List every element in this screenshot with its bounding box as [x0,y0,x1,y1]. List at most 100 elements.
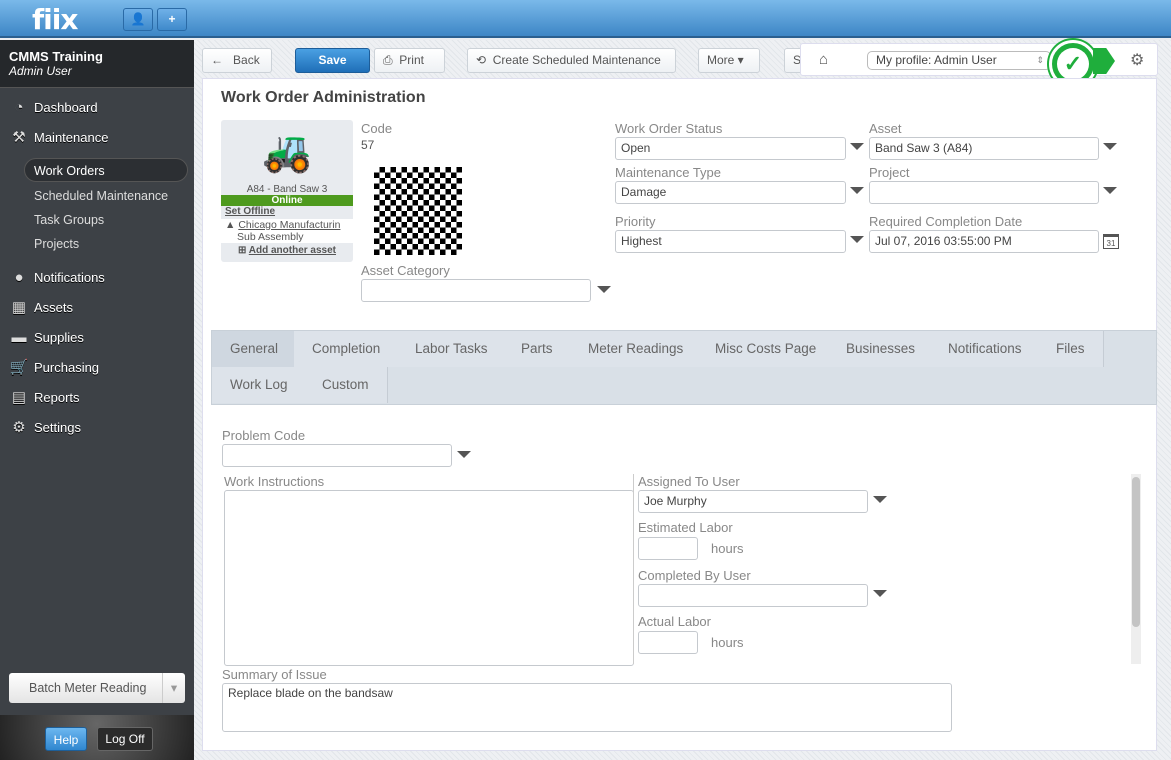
sub-assembly: Sub Assembly [237,231,304,243]
maintenance-type-select[interactable]: Damage [615,181,846,204]
create-scheduled-maintenance-button[interactable]: ⟲ Create Scheduled Maintenance [467,48,676,73]
project-select[interactable] [869,181,1099,204]
code-value: 57 [361,138,375,152]
notifications-icon: ● [14,268,24,286]
batch-label: Batch Meter Reading [29,681,147,695]
user-icon: 👤 [130,12,146,26]
chevron-down-icon[interactable] [457,451,471,458]
nav-maintenance[interactable]: ⚒ Maintenance [0,122,194,152]
problem-code-select[interactable] [222,444,452,467]
tab-custom[interactable]: Custom [304,367,388,403]
assigned-to-select[interactable]: Joe Murphy [638,490,868,513]
nav-notifications[interactable]: ● Notifications [0,262,194,292]
top-bar: fiix 👤 + [0,0,1171,38]
save-button[interactable]: Save [295,48,370,73]
log-off-button[interactable]: Log Off [97,727,153,751]
status-label: Work Order Status [615,121,723,136]
tab-meter-readings[interactable]: Meter Readings [570,331,703,367]
more-button[interactable]: More ▾ [698,48,760,73]
account-user: Admin User [9,64,72,78]
account-name: CMMS Training [9,49,103,64]
nav-task-groups[interactable]: Task Groups [0,208,194,232]
nav-supplies[interactable]: ▬ Supplies [0,322,194,352]
code-label: Code [361,121,393,136]
nav-projects[interactable]: Projects [0,232,194,256]
summary-label: Summary of Issue [222,667,327,682]
chevron-down-icon[interactable] [850,187,864,194]
completed-by-label: Completed By User [638,568,751,583]
nav-assets[interactable]: ▦ Assets [0,292,194,322]
estimated-labor-input[interactable] [638,537,698,560]
priority-select[interactable]: Highest [615,230,846,253]
chevron-down-icon[interactable] [1103,143,1117,150]
chevron-down-icon[interactable] [1103,187,1117,194]
chevron-down-icon[interactable] [873,590,887,597]
help-button[interactable]: Help [45,727,87,751]
tab-notifications[interactable]: Notifications [930,331,1041,367]
nav-label: Settings [34,419,81,435]
account-info: CMMS Training Admin User [0,40,194,88]
nav-scheduled-maintenance[interactable]: Scheduled Maintenance [0,184,194,208]
more-label: More [707,53,735,67]
nav-purchasing[interactable]: 🛒 Purchasing [0,352,194,382]
tab-labor-tasks[interactable]: Labor Tasks [397,331,507,367]
print-button[interactable]: ⎙ Print [374,48,445,73]
assets-icon: ▦ [11,299,27,316]
qr-code [370,163,466,259]
nav-work-orders[interactable]: Work Orders [24,158,188,182]
asset-label: Asset [869,121,902,136]
chevron-down-icon[interactable] [873,496,887,503]
add-another-asset-link[interactable]: ⊞ Add another asset [221,245,353,256]
home-icon[interactable]: ⌂ [819,51,828,68]
batch-meter-reading-button[interactable]: Batch Meter Reading ▾ [9,673,185,703]
nav-dashboard[interactable]: ◔ Dashboard [0,92,194,122]
estimated-labor-label: Estimated Labor [638,520,733,535]
back-button[interactable]: ← Back [202,48,272,73]
print-icon: ⎙ [383,53,393,67]
tab-work-log[interactable]: Work Log [212,367,307,403]
arrow-left-icon: ← [211,53,223,67]
nav-reports[interactable]: ▤ Reports [0,382,194,412]
assigned-to-label: Assigned To User [638,474,740,489]
clock-icon: ⟲ [476,53,487,67]
calendar-icon[interactable]: 31 [1103,234,1119,249]
fiix-logo[interactable]: fiix [32,3,78,36]
actual-labor-input[interactable] [638,631,698,654]
asset-category-select[interactable] [361,279,591,302]
print-label: Print [399,53,424,67]
asset-card: 🚜 A84 - Band Saw 3 Online Set Offline ▲ … [221,120,353,262]
location-link[interactable]: ▲ Chicago Manufacturin [225,219,353,231]
maintenance-type-label: Maintenance Type [615,165,721,180]
user-button[interactable]: 👤 [123,8,153,31]
profile-bar: ⌂ My profile: Admin User ⇕ ✓ ⚙ [800,40,1158,88]
work-instructions-textarea[interactable] [224,490,634,666]
tab-parts[interactable]: Parts [503,331,572,367]
add-button[interactable]: + [157,8,187,31]
profile-select[interactable]: My profile: Admin User ⇕ [867,51,1051,70]
actual-labor-label: Actual Labor [638,614,711,629]
nav-settings[interactable]: ⚙ Settings [0,412,194,442]
set-offline-link[interactable]: Set Offline [221,206,353,217]
summary-textarea[interactable]: Replace blade on the bandsaw [222,683,952,732]
chevron-down-icon[interactable]: ▾ [162,673,185,703]
tab-files[interactable]: Files [1038,331,1104,367]
chevron-down-icon[interactable] [850,236,864,243]
tab-general[interactable]: General [212,331,298,367]
chevron-down-icon[interactable] [597,286,611,293]
tab-completion[interactable]: Completion [294,331,400,367]
required-completion-date-input[interactable]: Jul 07, 2016 03:55:00 PM [869,230,1099,253]
tab-misc-costs[interactable]: Misc Costs Page [697,331,836,367]
tab-bar: General Completion Labor Tasks Parts Met… [211,330,1157,405]
tab-businesses[interactable]: Businesses [828,331,935,367]
csm-label: Create Scheduled Maintenance [492,53,661,67]
status-select[interactable]: Open [615,137,846,160]
page-title: Work Order Administration [221,89,426,106]
chevron-down-icon[interactable] [850,143,864,150]
scrollbar[interactable] [1131,474,1141,664]
gear-icon[interactable]: ⚙ [1130,50,1144,70]
asset-select[interactable]: Band Saw 3 (A84) [869,137,1099,160]
supplies-icon: ▬ [11,328,27,346]
completed-by-select[interactable] [638,584,868,607]
nav-label: Purchasing [34,359,100,375]
sidebar: CMMS Training Admin User ◔ Dashboard ⚒ Main… [0,40,194,760]
